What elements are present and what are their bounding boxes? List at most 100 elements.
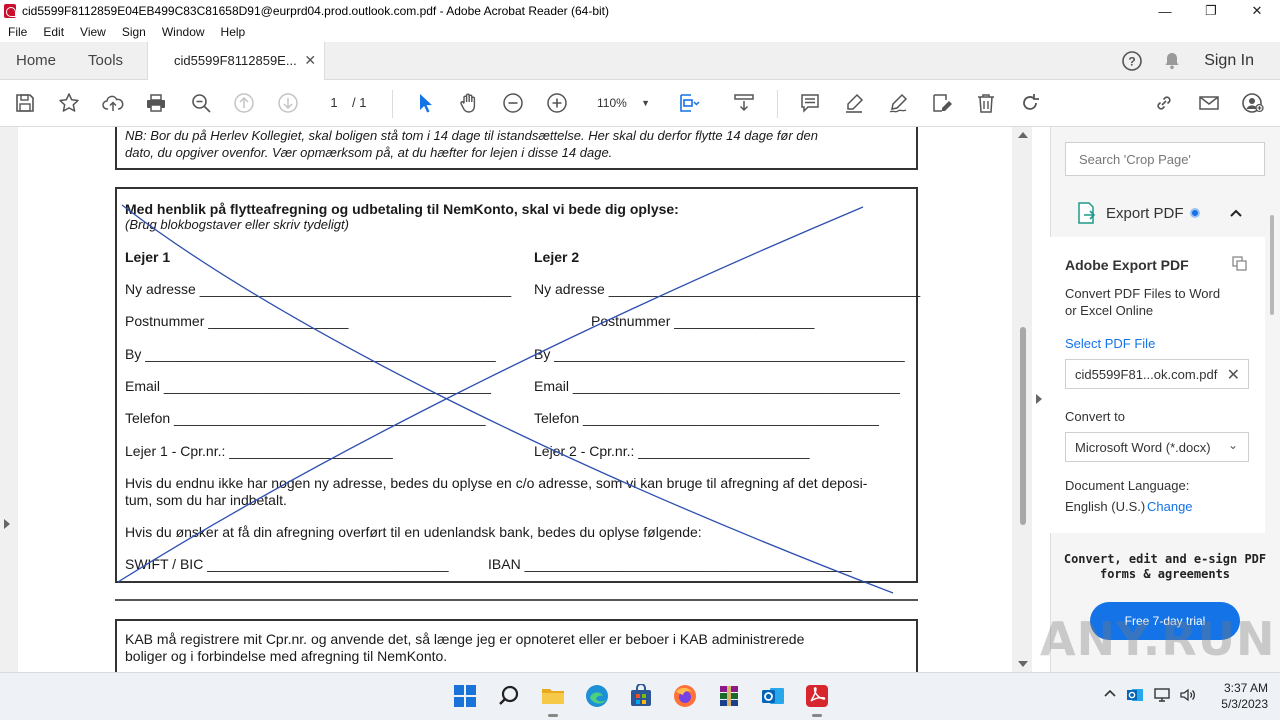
next-page-icon[interactable] [275, 90, 301, 116]
zoom-search-icon[interactable] [188, 90, 214, 116]
selected-file-field[interactable]: cid5599F81...ok.com.pdf ✕ [1065, 359, 1249, 389]
menu-view[interactable]: View [72, 25, 114, 39]
menu-help[interactable]: Help [213, 25, 254, 39]
save-icon[interactable] [12, 90, 38, 116]
help-icon[interactable]: ? [1112, 42, 1152, 80]
menu-file[interactable]: File [0, 25, 35, 39]
tray-overflow-chevron-icon[interactable] [1103, 686, 1117, 703]
hand-tool-icon[interactable] [456, 90, 482, 116]
export-pdf-header[interactable]: Export PDF [1050, 193, 1265, 233]
edge-browser-icon[interactable] [585, 684, 609, 708]
zoom-level-value: 110% [597, 96, 627, 110]
comment-icon[interactable] [797, 90, 823, 116]
document-language-label: Document Language: [1065, 478, 1190, 493]
tool-search-input[interactable]: Search 'Crop Page' [1065, 142, 1265, 176]
select-pdf-file-link[interactable]: Select PDF File [1065, 336, 1155, 351]
right-panel-toggle-icon[interactable] [1036, 394, 1042, 404]
add-user-icon[interactable] [1240, 90, 1266, 116]
pdf-page: NB: Bor du på Herlev Kollegiet, skal bol… [18, 127, 1012, 672]
page-number-input[interactable]: 1 [322, 93, 346, 113]
edit-pdf-icon[interactable] [929, 90, 955, 116]
page-fit-icon[interactable] [676, 90, 702, 116]
maximize-button[interactable]: ❐ [1188, 0, 1234, 22]
selected-file-name: cid5599F81...ok.com.pdf [1075, 367, 1218, 382]
promo-line-1: Convert, edit and e-sign PDF [1063, 552, 1267, 566]
menu-edit[interactable]: Edit [35, 25, 72, 39]
promo-line-2: forms & agreements [1099, 567, 1231, 581]
system-clock[interactable]: 3:37 AM 5/3/2023 [1206, 680, 1268, 712]
scroll-up-icon[interactable] [1018, 132, 1028, 138]
export-pdf-icon [1076, 201, 1098, 225]
previous-page-icon[interactable] [231, 90, 257, 116]
draw-sign-icon[interactable] [885, 90, 911, 116]
acrobat-reader-icon[interactable] [805, 684, 829, 717]
adobe-export-pdf-title: Adobe Export PDF [1065, 257, 1189, 273]
firefox-icon[interactable] [673, 684, 697, 708]
right-panel-scrollbar[interactable] [1268, 195, 1276, 315]
change-language-link[interactable]: Change [1147, 499, 1193, 514]
highlight-pen-icon[interactable] [841, 90, 867, 116]
menu-window[interactable]: Window [154, 25, 213, 39]
close-window-button[interactable]: ✕ [1234, 0, 1280, 22]
volume-icon[interactable] [1179, 686, 1197, 707]
rotate-icon[interactable] [1017, 90, 1043, 116]
handwritten-cross-scribble [117, 204, 894, 594]
sign-in-button[interactable]: Sign In [1192, 52, 1280, 70]
menu-bar: File Edit View Sign Window Help [0, 22, 1280, 42]
file-explorer-icon[interactable] [541, 684, 565, 717]
tab-document[interactable]: cid5599F8112859E... ✕ [147, 41, 326, 80]
zoom-level-select[interactable]: 110% ▼ [588, 92, 658, 114]
email-envelope-icon[interactable] [1196, 90, 1222, 116]
toolbar-divider [777, 90, 778, 118]
scroll-mode-icon[interactable] [731, 90, 757, 116]
promo-text: Convert, edit and e-sign PDF forms & agr… [1060, 552, 1270, 582]
tray-outlook-icon[interactable] [1126, 686, 1144, 707]
zoom-in-icon[interactable] [544, 90, 570, 116]
collapse-chevron-icon[interactable] [1229, 205, 1243, 221]
clear-file-icon[interactable]: ✕ [1227, 365, 1240, 385]
minimize-button[interactable]: — [1142, 0, 1188, 22]
zoom-out-icon[interactable] [500, 90, 526, 116]
share-link-icon[interactable] [1151, 90, 1177, 116]
zoom-dropdown-icon: ▼ [641, 98, 650, 108]
close-tab-icon[interactable]: ✕ [304, 52, 316, 69]
acrobat-app-icon [4, 4, 16, 18]
copy-icon[interactable] [1232, 256, 1248, 277]
clock-time: 3:37 AM [1223, 681, 1268, 695]
clock-date: 5/3/2023 [1221, 697, 1268, 711]
export-pdf-label: Export PDF [1106, 204, 1184, 222]
anyrun-watermark: ANY.RUN [1040, 612, 1276, 666]
convert-description-2: or Excel Online [1065, 303, 1154, 318]
delete-trash-icon[interactable] [973, 90, 999, 116]
document-scrollbar[interactable] [1015, 127, 1031, 672]
network-icon[interactable] [1153, 686, 1171, 707]
left-panel-toggle-icon[interactable] [4, 519, 10, 529]
outlook-icon[interactable] [761, 684, 785, 708]
menu-sign[interactable]: Sign [114, 25, 154, 39]
window-title: cid5599F8112859E04EB499C83C81658D91@eurp… [22, 4, 610, 18]
winrar-icon[interactable] [717, 684, 741, 708]
microsoft-store-icon[interactable] [629, 683, 653, 708]
title-bar: cid5599F8112859E04EB499C83C81658D91@eurp… [0, 0, 1280, 22]
bookmark-star-icon[interactable] [56, 90, 82, 116]
tab-home[interactable]: Home [0, 42, 72, 80]
right-panel-scroll-thumb[interactable] [1270, 215, 1274, 315]
tab-bar: Home Tools cid5599F8112859E... ✕ ? Sign … [0, 41, 1280, 80]
format-value: Microsoft Word (*.docx) [1075, 440, 1211, 455]
format-select[interactable]: Microsoft Word (*.docx) ⌄ [1065, 432, 1249, 462]
notification-bell-icon[interactable] [1152, 42, 1192, 80]
scroll-down-icon[interactable] [1018, 661, 1028, 667]
windows-start-icon[interactable] [453, 684, 477, 708]
print-icon[interactable] [143, 90, 169, 116]
convert-to-label: Convert to [1065, 409, 1125, 424]
tab-tools[interactable]: Tools [72, 42, 139, 80]
scrollbar-thumb[interactable] [1020, 327, 1026, 525]
page-total: / 1 [352, 95, 367, 110]
document-language-value: English (U.S.) [1065, 499, 1146, 514]
convert-description-1: Convert PDF Files to Word [1065, 286, 1221, 301]
document-tab-label: cid5599F8112859E... [174, 53, 297, 68]
upload-cloud-icon[interactable] [100, 90, 126, 116]
search-icon[interactable] [497, 684, 521, 708]
select-cursor-icon[interactable] [412, 90, 438, 116]
svg-text:?: ? [1129, 54, 1136, 68]
